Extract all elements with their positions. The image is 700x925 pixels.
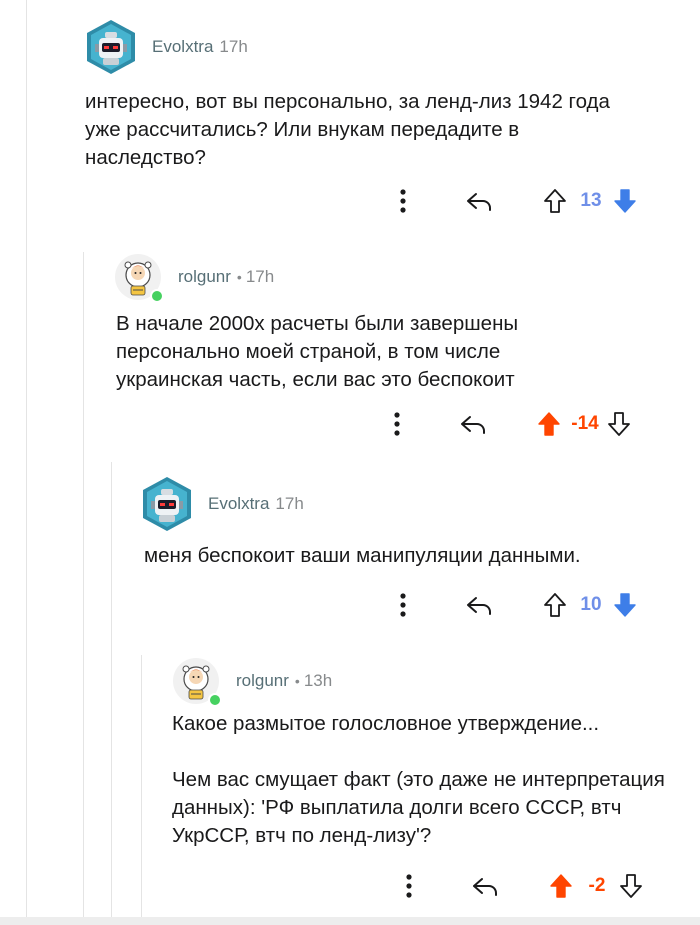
downvote-icon[interactable] [618,873,644,899]
comment: Evolxtra 17h интересно, вот вы персональ… [0,0,700,240]
comment: Evolxtra 17h меня беспокоит ваши манипул… [112,460,700,650]
author-name[interactable]: Evolxtra [208,494,269,514]
more-options-icon[interactable] [390,593,416,617]
vote-score: 10 [580,594,602,615]
vote-score: 13 [580,190,602,211]
comment-body: В начале 2000х расчеты были завершены пе… [116,312,524,391]
comment-actions: 10 [390,588,638,622]
timestamp: 17h [275,494,304,513]
snowman-avatar[interactable] [172,657,222,707]
comment: rolgunr • 13h Какое размытое голословное… [142,650,700,917]
comment-body: Какое размытое голословное утверждение..… [172,712,665,847]
reply-icon[interactable] [458,413,488,435]
timestamp: 13h [303,671,333,690]
upvote-icon[interactable] [542,188,568,214]
upvote-icon[interactable] [548,873,574,899]
comment-body: интересно, вот вы персонально, за ленд-л… [85,90,616,169]
snowman-avatar[interactable] [114,253,164,303]
downvote-icon[interactable] [606,411,632,437]
reply-icon[interactable] [464,190,494,212]
downvote-icon[interactable] [612,188,638,214]
more-options-icon[interactable] [396,874,422,898]
comment-header: rolgunr • 13h [172,654,332,708]
comment-header: Evolxtra 17h [138,474,304,534]
downvote-icon[interactable] [612,592,638,618]
author-name[interactable]: rolgunr [178,267,231,287]
vote-score: -2 [588,875,606,896]
separator-dot: • [294,673,300,689]
author-name[interactable]: rolgunr [236,671,289,691]
upvote-icon[interactable] [542,592,568,618]
robot-avatar[interactable] [82,18,140,76]
robot-avatar[interactable] [138,475,196,533]
upvote-icon[interactable] [536,411,562,437]
comment: rolgunr • 17h В начале 2000х расчеты был… [84,240,700,460]
comment-actions: 13 [390,184,638,218]
author-name[interactable]: Evolxtra [152,37,213,57]
comment-header: rolgunr • 17h [114,250,274,304]
vote-score: -14 [571,413,599,434]
reply-icon[interactable] [470,875,500,897]
comment-actions: -14 [384,407,632,441]
comment-actions: -2 [396,869,644,903]
more-options-icon[interactable] [384,412,410,436]
online-status-indicator [208,693,222,707]
bottom-divider [0,917,700,925]
reply-icon[interactable] [464,594,494,616]
timestamp: 17h [245,267,275,286]
comment-body: меня беспокоит ваши манипуляции данными. [144,544,581,567]
timestamp: 17h [219,37,248,56]
comment-header: Evolxtra 17h [82,17,248,77]
online-status-indicator [150,289,164,303]
more-options-icon[interactable] [390,189,416,213]
separator-dot: • [236,269,242,285]
